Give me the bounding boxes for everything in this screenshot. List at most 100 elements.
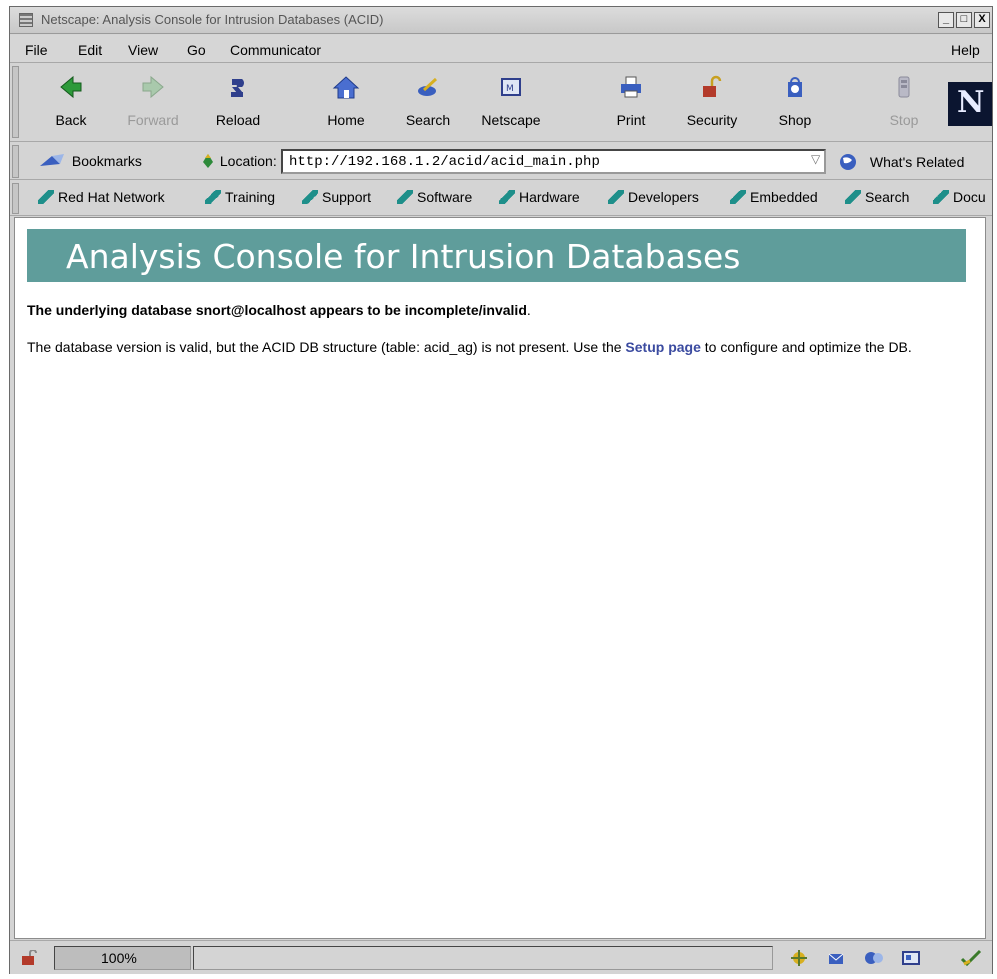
home-label: Home (327, 112, 365, 128)
forward-label: Forward (127, 112, 179, 128)
bookmark-label: Embedded (750, 189, 818, 205)
close-button[interactable]: X (974, 12, 990, 28)
newsgroups-component-icon[interactable] (863, 949, 885, 967)
forward-arrow-icon (142, 75, 164, 99)
bookmark-pen-icon (397, 190, 413, 204)
shop-label: Shop (778, 112, 812, 128)
bookmarks-label: Bookmarks (71, 153, 142, 169)
bookmark-label: Developers (628, 189, 699, 205)
whats-related-icon (840, 154, 856, 170)
stop-button[interactable]: Stop (864, 68, 944, 138)
bookmark-pen-icon (302, 190, 318, 204)
bookmark-training[interactable]: Training (205, 189, 275, 205)
forward-button[interactable]: Forward (113, 68, 193, 138)
security-label: Security (686, 112, 738, 128)
bookmark-label: Docu (953, 189, 986, 205)
bookmark-label: Support (322, 189, 372, 205)
bookmark-pen-icon (499, 190, 515, 204)
location-url-input[interactable]: http://192.168.1.2/acid/acid_main.php (281, 149, 826, 174)
svg-text:M: M (506, 84, 514, 94)
shop-icon (788, 77, 802, 97)
bookmark-pen-icon (730, 190, 746, 204)
print-icon (621, 76, 641, 98)
url-dropdown-icon[interactable]: ▽ (811, 152, 825, 170)
security-button[interactable]: Security (672, 68, 752, 138)
whats-related-label: What's Related (869, 154, 965, 170)
menu-file[interactable]: File (25, 42, 48, 58)
error-message-period: . (526, 302, 531, 318)
stop-label: Stop (889, 112, 919, 128)
menu-help[interactable]: Help (951, 42, 980, 58)
menu-go[interactable]: Go (187, 42, 206, 58)
stop-icon (898, 76, 910, 98)
reload-icon (231, 79, 244, 97)
title-bar: Netscape: Analysis Console for Intrusion… (10, 7, 992, 34)
netscape-logo[interactable]: N (948, 82, 992, 126)
bookmark-label: Training (225, 189, 276, 205)
browser-window: Netscape: Analysis Console for Intrusion… (9, 6, 993, 974)
menu-communicator[interactable]: Communicator (230, 42, 321, 58)
minimize-button[interactable]: _ (938, 12, 954, 28)
bookmark-software[interactable]: Software (397, 189, 472, 205)
mail-component-icon[interactable] (827, 949, 849, 967)
personal-toolbar-grip[interactable] (12, 183, 19, 214)
bookmarks-button[interactable]: Bookmarks (38, 152, 142, 170)
back-label: Back (55, 112, 87, 128)
status-bar: 100% (10, 940, 992, 974)
netscape-button[interactable]: M Netscape (471, 68, 551, 138)
home-button[interactable]: Home (306, 68, 386, 138)
window-menu-icon[interactable] (19, 13, 33, 27)
bookmark-label: Search (865, 189, 910, 205)
info-message: The database version is valid, but the A… (27, 338, 957, 356)
bookmark-pen-icon (845, 190, 861, 204)
bookmark-embedded[interactable]: Embedded (730, 189, 818, 205)
setup-page-link[interactable]: Setup page (625, 339, 700, 355)
back-button[interactable]: Back (31, 68, 111, 138)
netscape-label: Netscape (481, 112, 541, 128)
whats-related-button[interactable]: What's Related (836, 152, 964, 172)
menu-bar: File Edit View Go Communicator Help (10, 35, 992, 63)
search-label: Search (405, 112, 451, 128)
menu-edit[interactable]: Edit (78, 42, 102, 58)
bookmark-developers[interactable]: Developers (608, 189, 699, 205)
print-button[interactable]: Print (591, 68, 671, 138)
location-toolbar-grip[interactable] (12, 145, 19, 178)
security-status-icon[interactable] (20, 950, 40, 966)
bookmark-pen-icon (608, 190, 624, 204)
zoom-level: 100% (54, 946, 191, 970)
bookmark-red-hat-network[interactable]: Red Hat Network (38, 189, 165, 205)
composer-component-icon[interactable] (900, 949, 922, 967)
toolbar-grip[interactable] (12, 66, 19, 138)
status-message-panel (193, 946, 773, 970)
back-arrow-icon (60, 75, 82, 99)
maximize-button[interactable]: □ (956, 12, 972, 28)
search-button[interactable]: Search (388, 68, 468, 138)
search-icon (418, 77, 438, 96)
page-content: Analysis Console for Intrusion Databases… (14, 217, 986, 939)
page-banner: Analysis Console for Intrusion Databases (27, 229, 966, 282)
bookmark-pen-icon (38, 190, 54, 204)
location-label: Location: (219, 153, 277, 169)
error-message-text: The underlying database snort@localhost … (27, 302, 527, 318)
navigation-toolbar: Back Forward Reload Home Search M Netsca… (10, 64, 992, 142)
bookmark-pen-icon (933, 190, 949, 204)
info-text-after: to configure and optimize the DB. (700, 339, 912, 355)
menu-view[interactable]: View (128, 42, 158, 58)
info-text-before: The database version is valid, but the A… (27, 339, 626, 355)
page-proxy-icon[interactable] (200, 152, 216, 170)
navigator-component-icon[interactable] (788, 949, 810, 967)
bookmark-hardware[interactable]: Hardware (499, 189, 580, 205)
shop-button[interactable]: Shop (755, 68, 835, 138)
bookmark-support[interactable]: Support (302, 189, 371, 205)
error-message: The underlying database snort@localhost … (27, 302, 531, 318)
netscape-logo-letter: N (957, 85, 985, 120)
window-title: Netscape: Analysis Console for Intrusion… (41, 12, 384, 27)
editor-pen-icon[interactable] (960, 949, 982, 967)
reload-label: Reload (215, 112, 261, 128)
bookmark-label: Software (417, 189, 473, 205)
home-icon (332, 76, 360, 99)
bookmark-docu[interactable]: Docu (933, 189, 986, 205)
reload-button[interactable]: Reload (198, 68, 278, 138)
bookmark-search[interactable]: Search (845, 189, 909, 205)
bookmark-label: Hardware (519, 189, 580, 205)
